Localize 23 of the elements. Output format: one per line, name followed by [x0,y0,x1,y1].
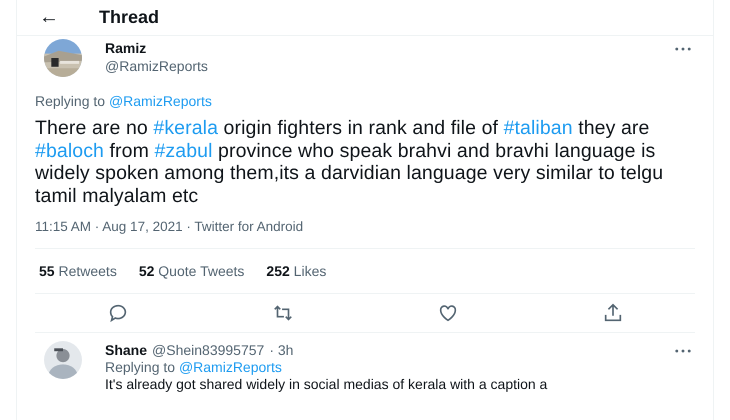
stat-link[interactable]: 55 Retweets [39,263,117,279]
hashtag-link[interactable]: #kerala [153,117,218,139]
author-name: Shane [105,341,148,359]
more-icon[interactable] [675,349,691,353]
hashtag-link[interactable]: #zabul [154,140,213,162]
hashtag-link[interactable]: #taliban [504,117,573,139]
reply-text: It's already got shared widely in social medias of kerala with a caption a [105,375,548,393]
page-title: Thread [99,7,160,28]
tweet-text: There are no #kerala origin fighters in rank and file of #taliban they are #baloch from #zabul province who speak brahvi and bravhi language is widely spoken among them,its a darvidian language very similar to telgu tamil malyalam etc [35,117,664,207]
more-icon[interactable] [675,47,691,51]
author-handle: @RamizReports [105,57,209,75]
mention-link[interactable]: @RamizReports [178,359,282,375]
mention-link[interactable]: @RamizReports [108,93,212,109]
back-button[interactable]: ← [39,6,99,29]
reply-time: · 3h [269,341,294,359]
author-handle: @Shein83995757 [152,341,264,359]
stat-link[interactable]: 252 Likes [266,263,326,279]
hashtag-link[interactable]: #baloch [35,140,104,162]
replying-to-text: Replying to @RamizReports [105,359,283,375]
author-name: Ramiz [105,39,148,57]
tweet-timestamp: 11:15 AM · Aug 17, 2021 · Twitter for Android [35,219,695,249]
stat-link[interactable]: 52 Quote Tweets [138,263,244,279]
replying-to-text: Replying to @RamizReports [35,93,213,109]
